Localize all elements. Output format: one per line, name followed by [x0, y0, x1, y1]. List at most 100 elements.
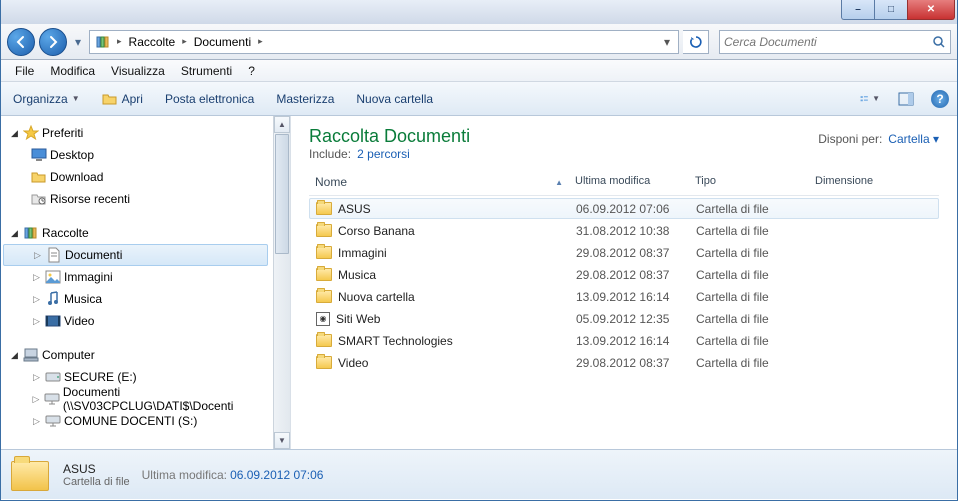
file-modified: 29.08.2012 08:37 [570, 268, 690, 282]
email-button[interactable]: Posta elettronica [161, 89, 258, 109]
new-folder-button[interactable]: Nuova cartella [352, 89, 437, 109]
file-row[interactable]: ASUS 06.09.2012 07:06Cartella di file [309, 198, 939, 219]
tree-pictures[interactable]: ▷ Immagini [1, 266, 270, 288]
menu-edit[interactable]: Modifica [42, 62, 103, 80]
file-row[interactable]: SMART Technologies13.09.2012 16:14Cartel… [309, 330, 939, 351]
tree-videos[interactable]: ▷ Video [1, 310, 270, 332]
file-row[interactable]: Video29.08.2012 08:37Cartella di file [309, 352, 939, 373]
file-list: ASUS06.09.2012 07:06Cartella di fileCors… [309, 198, 939, 373]
view-options-button[interactable]: ▼ [859, 88, 881, 110]
scroll-down-button[interactable]: ▼ [274, 432, 290, 449]
scrollbar[interactable]: ▲ ▼ [273, 116, 290, 449]
includes-label: Include: [309, 147, 351, 161]
file-name: ASUS [338, 202, 371, 216]
tree-downloads[interactable]: Download [1, 166, 270, 188]
tree-recent[interactable]: Risorse recenti [1, 188, 270, 210]
search-input[interactable] [724, 35, 932, 49]
expand-icon[interactable]: ▷ [31, 294, 42, 305]
tree-network-drive[interactable]: ▷ COMUNE DOCENTI (S:) [1, 410, 270, 432]
collapse-icon[interactable]: ◢ [9, 350, 20, 361]
file-type: Cartella di file [690, 268, 810, 282]
expand-icon[interactable]: ▷ [31, 316, 42, 327]
column-name[interactable]: Nome ▲ [309, 173, 569, 191]
tree-music[interactable]: ▷ Musica [1, 288, 270, 310]
expand-icon[interactable]: ▷ [32, 250, 43, 261]
details-modified-label: Ultima modifica: [142, 468, 227, 482]
tree-computer[interactable]: ◢ Computer [1, 344, 270, 366]
breadcrumb[interactable]: ▸ Raccolte ▸ Documenti ▸ ▾ [89, 30, 679, 54]
forward-button[interactable] [39, 28, 67, 56]
collapse-icon[interactable]: ◢ [9, 228, 20, 239]
computer-icon [23, 347, 39, 363]
scroll-up-button[interactable]: ▲ [274, 116, 290, 133]
minimize-button[interactable]: – [841, 0, 875, 20]
folder-icon [316, 202, 332, 215]
chevron-right-icon[interactable]: ▸ [114, 36, 125, 47]
folder-icon [11, 457, 51, 493]
maximize-button[interactable]: □ [874, 0, 908, 20]
tree-label: SECURE (E:) [64, 370, 137, 384]
file-name: Siti Web [336, 312, 380, 326]
collapse-icon[interactable]: ◢ [9, 128, 20, 139]
tree-label: Musica [64, 292, 102, 306]
navigation-bar: ▾ ▸ Raccolte ▸ Documenti ▸ ▾ [1, 24, 957, 60]
tree-libraries[interactable]: ◢ Raccolte [1, 222, 270, 244]
file-type: Cartella di file [690, 356, 810, 370]
close-button[interactable]: ✕ [907, 0, 955, 20]
chevron-right-icon[interactable]: ▸ [255, 36, 266, 47]
sort-ascending-icon: ▲ [555, 178, 563, 187]
details-name: ASUS [63, 462, 130, 476]
file-type: Cartella di file [690, 246, 810, 260]
back-button[interactable] [7, 28, 35, 56]
nav-history-dropdown[interactable]: ▾ [71, 30, 85, 54]
desktop-icon [31, 147, 47, 163]
file-row[interactable]: Musica 29.08.2012 08:37Cartella di file [309, 264, 939, 285]
menu-view[interactable]: Visualizza [103, 62, 173, 80]
open-button[interactable]: Apri [98, 89, 147, 109]
folder-icon [316, 268, 332, 281]
file-row[interactable]: Corso Banana31.08.2012 10:38Cartella di … [309, 220, 939, 241]
column-modified[interactable]: Ultima modifica [569, 173, 689, 191]
column-size[interactable]: Dimensione [809, 173, 909, 191]
preview-pane-button[interactable] [895, 88, 917, 110]
menu-tools[interactable]: Strumenti [173, 62, 240, 80]
tree-desktop[interactable]: Desktop [1, 144, 270, 166]
chevron-right-icon[interactable]: ▸ [179, 36, 190, 47]
file-name: Musica [338, 268, 376, 282]
tree-label: Raccolte [42, 226, 89, 240]
expand-icon[interactable]: ▷ [31, 372, 42, 383]
tree-favorites[interactable]: ◢ Preferiti [1, 122, 270, 144]
search-box[interactable] [719, 30, 951, 54]
tree-label: Download [50, 170, 103, 184]
breadcrumb-segment[interactable]: Documenti [190, 35, 255, 49]
star-icon [23, 125, 39, 141]
file-type: Cartella di file [690, 224, 810, 238]
menu-help[interactable]: ? [240, 62, 263, 80]
search-icon[interactable] [932, 35, 946, 49]
tree-documents[interactable]: ▷ Documenti [3, 244, 268, 266]
arrange-dropdown[interactable]: Cartella ▾ [888, 132, 939, 146]
menu-bar: File Modifica Visualizza Strumenti ? [1, 60, 957, 82]
scroll-thumb[interactable] [275, 134, 289, 254]
expand-icon[interactable]: ▷ [31, 416, 42, 427]
file-modified: 06.09.2012 07:06 [570, 202, 690, 216]
column-type[interactable]: Tipo [689, 173, 809, 191]
burn-button[interactable]: Masterizza [272, 89, 338, 109]
file-row[interactable]: Immagini29.08.2012 08:37Cartella di file [309, 242, 939, 263]
expand-icon[interactable]: ▷ [31, 272, 42, 283]
expand-icon[interactable]: ▷ [31, 394, 41, 405]
menu-file[interactable]: File [7, 62, 42, 80]
tree-label: Immagini [64, 270, 113, 284]
file-type: Cartella di file [690, 202, 810, 216]
tree-network-drive[interactable]: ▷ Documenti (\\SV03CPCLUG\DATI$\Docenti [1, 388, 270, 410]
navigation-pane: ◢ Preferiti Desktop Download [1, 116, 291, 449]
breadcrumb-dropdown[interactable]: ▾ [658, 35, 676, 49]
help-button[interactable]: ? [931, 90, 949, 108]
organize-button[interactable]: Organizza ▼ [9, 89, 84, 109]
file-row[interactable]: ◉Siti Web05.09.2012 12:35Cartella di fil… [309, 308, 939, 329]
includes-link[interactable]: 2 percorsi [357, 147, 410, 161]
file-row[interactable]: Nuova cartella13.09.2012 16:14Cartella d… [309, 286, 939, 307]
breadcrumb-segment[interactable]: Raccolte [125, 35, 180, 49]
refresh-button[interactable] [683, 30, 709, 54]
file-modified: 31.08.2012 10:38 [570, 224, 690, 238]
